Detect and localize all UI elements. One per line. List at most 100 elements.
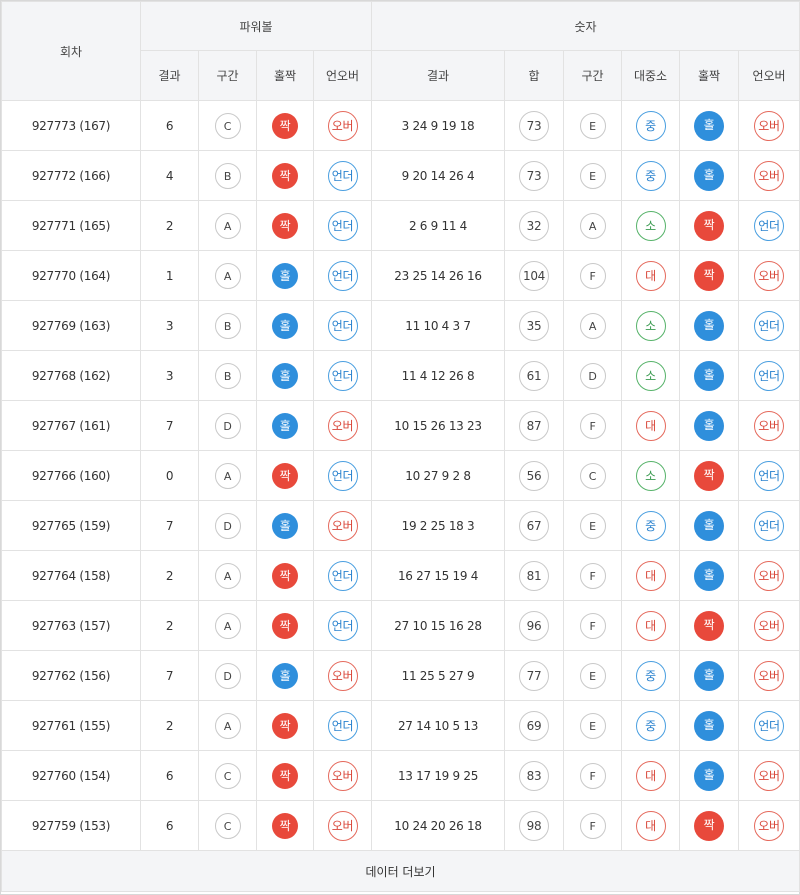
- numbers-cell: 27 14 10 5 13: [371, 700, 505, 751]
- num-oddeven-badge: 홀: [694, 760, 724, 791]
- results-table: 회차 파워볼 숫자 결과 구간 홀짝 언오버 결과 합 구간 대중소 홀짝 언오…: [0, 1, 800, 892]
- num-section-badge: F: [579, 762, 606, 789]
- pb-oddeven-badge: 홀: [272, 512, 298, 539]
- size-badge: 대: [635, 410, 666, 441]
- size-badge: 대: [635, 610, 666, 641]
- pb-underover-badge: 언더: [327, 610, 358, 641]
- num-underover-badge: 언더: [754, 310, 785, 341]
- pb-oddeven-badge: 짝: [272, 712, 298, 739]
- sum-badge: 35: [519, 310, 549, 341]
- numbers-cell: 23 25 14 26 16: [371, 250, 505, 301]
- pb-underover-badge: 오버: [327, 510, 358, 541]
- num-oddeven-badge: 홀: [694, 710, 724, 741]
- pb-underover-badge: 언더: [327, 560, 358, 591]
- round-cell: 927761 (155): [1, 700, 141, 751]
- num-oddeven-badge: 짝: [694, 610, 724, 641]
- pb-oddeven-badge: 홀: [272, 412, 298, 439]
- size-badge: 대: [635, 560, 666, 591]
- pb-oddeven-badge: 짝: [272, 212, 298, 239]
- table-row: 927767 (161) 7 D 홀 오버 10 15 26 13 23 87 F 대 홀 오버: [1, 400, 800, 451]
- pb-underover-badge: 언더: [327, 310, 358, 341]
- round-cell: 927764 (158): [1, 550, 141, 601]
- num-underover-badge: 언더: [754, 360, 785, 391]
- pb-section-badge: C: [214, 812, 241, 839]
- num-oddeven-badge: 홀: [694, 110, 724, 141]
- pb-oddeven-badge: 홀: [272, 262, 298, 289]
- num-section-badge: E: [579, 162, 606, 189]
- col-pb-section: 구간: [198, 50, 257, 101]
- table-row: 927773 (167) 6 C 짝 오버 3 24 9 19 18 73 E 중 홀 오버: [1, 100, 800, 151]
- num-oddeven-badge: 짝: [694, 260, 724, 291]
- pb-result-cell: 0: [140, 450, 199, 501]
- table-row: 927765 (159) 7 D 홀 오버 19 2 25 18 3 67 E 중 홀 언더: [1, 500, 800, 551]
- num-underover-badge: 오버: [754, 760, 785, 791]
- num-section-badge: F: [579, 412, 606, 439]
- round-cell: 927770 (164): [1, 250, 141, 301]
- num-section-badge: E: [579, 712, 606, 739]
- table-row: 927770 (164) 1 A 홀 언더 23 25 14 26 16 104 F 대 짝 오버: [1, 250, 800, 301]
- sum-badge: 73: [519, 160, 549, 191]
- pb-section-badge: B: [214, 312, 241, 339]
- table-row: 927759 (153) 6 C 짝 오버 10 24 20 26 18 98 F 대 짝 오버: [1, 800, 800, 851]
- num-oddeven-badge: 홀: [694, 560, 724, 591]
- num-oddeven-badge: 짝: [694, 460, 724, 491]
- col-num-sum: 합: [504, 50, 564, 101]
- pb-oddeven-badge: 홀: [272, 312, 298, 339]
- num-section-badge: E: [579, 662, 606, 689]
- pb-underover-badge: 언더: [327, 360, 358, 391]
- col-pb-oddeven: 홀짝: [256, 50, 314, 101]
- num-section-badge: F: [579, 612, 606, 639]
- size-badge: 소: [635, 360, 666, 391]
- size-badge: 중: [635, 660, 666, 691]
- num-oddeven-badge: 짝: [694, 210, 724, 241]
- pb-result-cell: 2: [140, 700, 199, 751]
- num-oddeven-badge: 홀: [694, 510, 724, 541]
- pb-result-cell: 1: [140, 250, 199, 301]
- round-cell: 927765 (159): [1, 500, 141, 551]
- pb-underover-badge: 오버: [327, 810, 358, 841]
- num-underover-badge: 오버: [754, 410, 785, 441]
- pb-section-badge: B: [214, 362, 241, 389]
- numbers-cell: 19 2 25 18 3: [371, 500, 505, 551]
- size-badge: 중: [635, 510, 666, 541]
- numbers-cell: 3 24 9 19 18: [371, 100, 505, 151]
- pb-underover-badge: 오버: [327, 110, 358, 141]
- col-num-oddeven: 홀짝: [679, 50, 739, 101]
- num-section-badge: A: [579, 212, 606, 239]
- load-more-button[interactable]: 데이터 더보기: [0, 850, 800, 892]
- sum-badge: 83: [519, 760, 549, 791]
- pb-oddeven-badge: 짝: [272, 812, 298, 839]
- num-oddeven-badge: 홀: [694, 410, 724, 441]
- col-pb-underover: 언오버: [313, 50, 372, 101]
- size-badge: 소: [635, 310, 666, 341]
- pb-section-badge: C: [214, 112, 241, 139]
- num-underover-badge: 오버: [754, 560, 785, 591]
- num-underover-badge: 오버: [754, 110, 785, 141]
- pb-result-cell: 6: [140, 750, 199, 801]
- pb-oddeven-badge: 짝: [272, 462, 298, 489]
- table-row: 927772 (166) 4 B 짝 언더 9 20 14 26 4 73 E 중 홀 오버: [1, 150, 800, 201]
- sum-badge: 98: [519, 810, 549, 841]
- num-section-badge: C: [579, 462, 606, 489]
- pb-section-badge: B: [214, 162, 241, 189]
- size-badge: 중: [635, 110, 666, 141]
- numbers-cell: 11 10 4 3 7: [371, 300, 505, 351]
- pb-oddeven-badge: 짝: [272, 562, 298, 589]
- group-powerball: 파워볼: [140, 1, 372, 51]
- num-section-badge: F: [579, 262, 606, 289]
- round-cell: 927762 (156): [1, 650, 141, 701]
- pb-underover-badge: 언더: [327, 710, 358, 741]
- round-cell: 927772 (166): [1, 150, 141, 201]
- numbers-cell: 10 24 20 26 18: [371, 800, 505, 851]
- round-cell: 927769 (163): [1, 300, 141, 351]
- pb-underover-badge: 오버: [327, 660, 358, 691]
- round-cell: 927766 (160): [1, 450, 141, 501]
- sum-badge: 73: [519, 110, 549, 141]
- pb-result-cell: 4: [140, 150, 199, 201]
- sum-badge: 56: [519, 460, 549, 491]
- numbers-cell: 11 4 12 26 8: [371, 350, 505, 401]
- table-body: 927773 (167) 6 C 짝 오버 3 24 9 19 18 73 E 중 홀 오버 9277…: [1, 100, 800, 851]
- col-num-size: 대중소: [621, 50, 680, 101]
- numbers-cell: 11 25 5 27 9: [371, 650, 505, 701]
- sum-badge: 32: [519, 210, 549, 241]
